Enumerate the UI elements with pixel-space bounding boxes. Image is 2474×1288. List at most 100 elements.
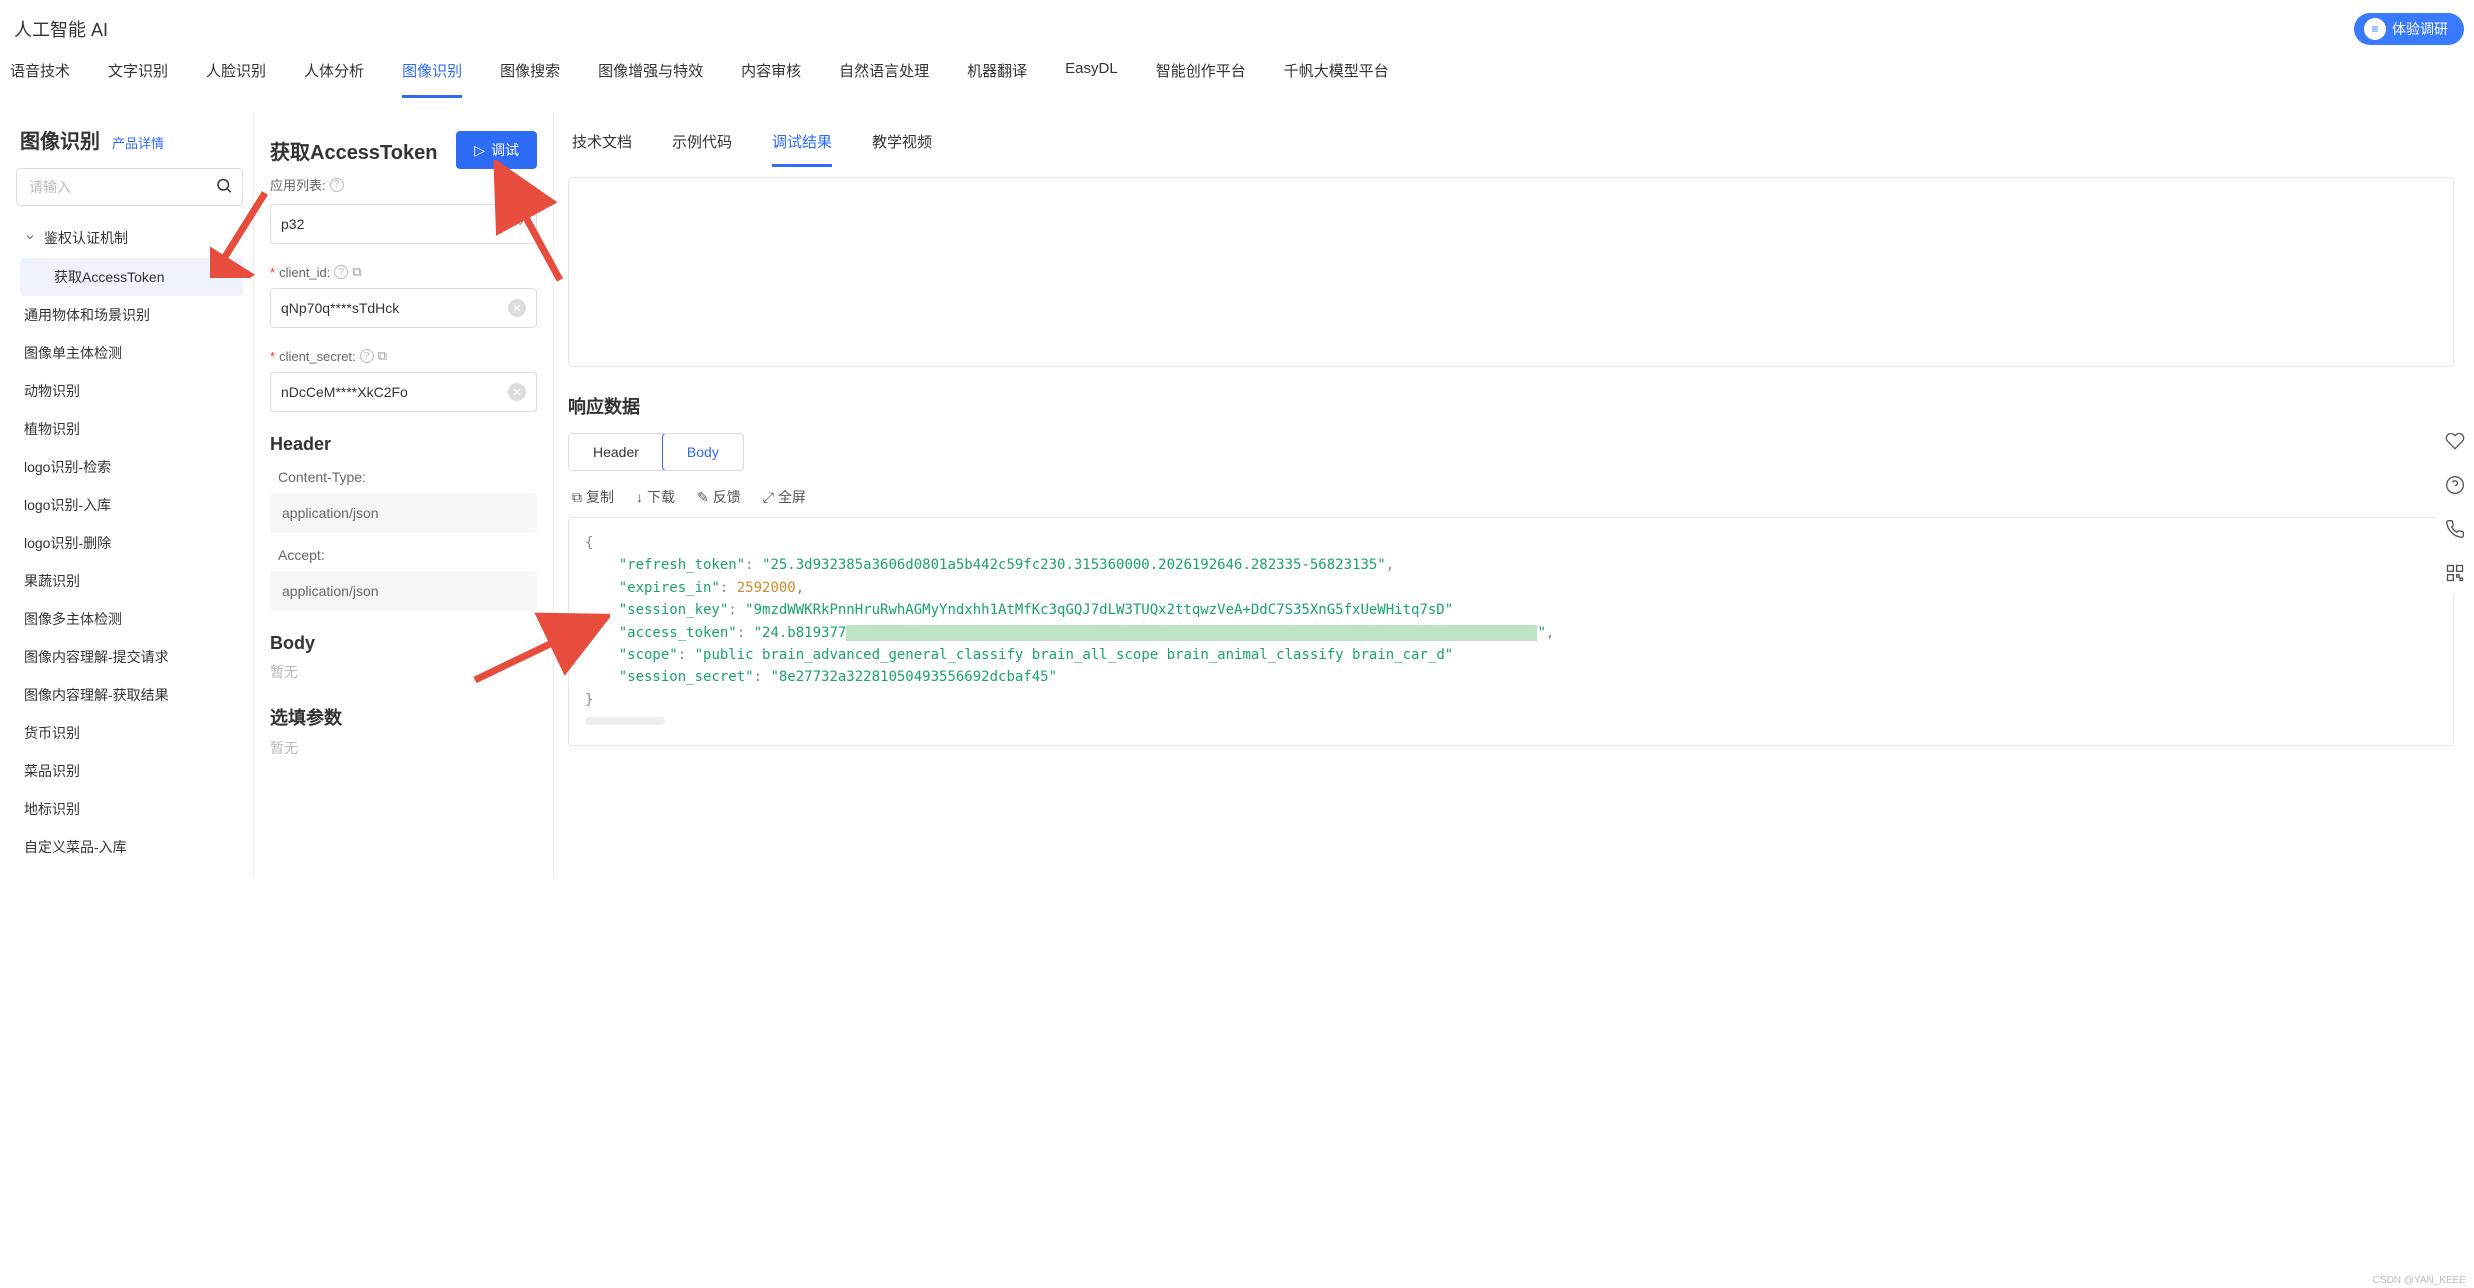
accept-value: application/json (270, 571, 537, 611)
tree-item[interactable]: 动物识别 (20, 372, 243, 410)
main-tab[interactable]: 图像增强与特效 (598, 60, 703, 98)
app-select[interactable]: p32 (270, 204, 537, 244)
copy-button[interactable]: ⧉复制 (572, 487, 614, 507)
content-type-value: application/json (270, 493, 537, 533)
tree-item[interactable]: logo识别-删除 (20, 524, 243, 562)
float-toolbar (2436, 420, 2474, 594)
required-asterisk: * (270, 349, 275, 364)
main-tab[interactable]: 人体分析 (304, 60, 364, 98)
content-type-label: Content-Type: (270, 469, 537, 485)
tree-item[interactable]: 图像内容理解-提交请求 (20, 638, 243, 676)
header-section-title: Header (270, 434, 537, 455)
page-title: 人工智能 AI (10, 10, 108, 48)
client-secret-input[interactable] (281, 384, 508, 400)
chevron-down-icon (514, 216, 526, 232)
accept-label: Accept: (270, 547, 537, 563)
feedback-icon: ✎ (697, 489, 709, 506)
client-id-label: client_id: (279, 265, 330, 280)
play-icon: ▷ (474, 142, 485, 159)
optional-section-title: 选填参数 (270, 704, 537, 730)
app-list-label: 应用列表: (270, 175, 326, 194)
code-toolbar: ⧉复制 ↓下载 ✎反馈 ⤢全屏 (568, 487, 2454, 507)
main-tab[interactable]: 千帆大模型平台 (1284, 60, 1389, 98)
heart-icon[interactable] (2444, 430, 2466, 452)
result-panel: 技术文档 示例代码 调试结果 教学视频 响应数据 HeaderBody ⧉复制 ↓下载… (554, 113, 2468, 878)
main-tab[interactable]: 语音技术 (10, 60, 70, 98)
main-tab[interactable]: 自然语言处理 (839, 60, 929, 98)
qr-icon[interactable] (2444, 562, 2466, 584)
body-none: 暂无 (270, 662, 537, 682)
preview-box (568, 177, 2454, 367)
sidebar-title: 图像识别 (20, 125, 100, 154)
copy-icon[interactable] (378, 348, 387, 364)
config-title: 获取AccessToken (270, 136, 437, 165)
clear-icon[interactable]: ✕ (508, 383, 526, 401)
product-detail-link[interactable]: 产品详情 (112, 133, 164, 152)
tree-item[interactable]: logo识别-检索 (20, 448, 243, 486)
fullscreen-icon: ⤢ (763, 489, 774, 506)
main-tabs: 语音技术文字识别人脸识别人体分析图像识别图像搜索图像增强与特效内容审核自然语言处… (0, 48, 2474, 99)
watermark: CSDN @YAN_KEEE (2373, 1275, 2466, 1286)
clear-icon[interactable]: ✕ (508, 299, 526, 317)
required-asterisk: * (270, 265, 275, 280)
response-body-json: { "refresh_token": "25.3d932385a3606d080… (568, 517, 2454, 746)
tree-item[interactable]: 图像内容理解-获取结果 (20, 676, 243, 714)
main-tab[interactable]: 机器翻译 (967, 60, 1027, 98)
doc-tab[interactable]: 教学视频 (872, 131, 932, 167)
resp-tab[interactable]: Header (569, 434, 663, 470)
main-tab[interactable]: 图像搜索 (500, 60, 560, 98)
fullscreen-button[interactable]: ⤢全屏 (763, 487, 806, 507)
help-icon[interactable]: ? (330, 178, 344, 192)
main-tab[interactable]: EasyDL (1065, 60, 1118, 98)
download-button[interactable]: ↓下载 (636, 487, 675, 507)
tree-item[interactable]: 图像多主体检测 (20, 600, 243, 638)
tree-item[interactable]: 果蔬识别 (20, 562, 243, 600)
copy-icon[interactable] (352, 264, 361, 280)
tree-group-auth[interactable]: 鉴权认证机制 (20, 218, 243, 258)
app-select-value: p32 (281, 216, 304, 232)
tree-item[interactable]: 自定义菜品-入库 (20, 828, 243, 866)
main-tab[interactable]: 智能创作平台 (1156, 60, 1246, 98)
doc-tabs: 技术文档 示例代码 调试结果 教学视频 (568, 131, 2454, 167)
main-tab[interactable]: 人脸识别 (206, 60, 266, 98)
survey-button[interactable]: ≡ 体验调研 (2354, 13, 2464, 45)
client-id-input[interactable] (281, 300, 508, 316)
doc-tab[interactable]: 调试结果 (772, 131, 832, 167)
tree-item[interactable]: 通用物体和场景识别 (20, 296, 243, 334)
response-tabs: HeaderBody (568, 433, 744, 471)
tree-item-access-token[interactable]: 获取AccessToken (20, 258, 243, 296)
sidebar: 图像识别 产品详情 鉴权认证机制 获取AccessToken 通用物体和场景识别… (6, 113, 254, 878)
help-float-icon[interactable] (2444, 474, 2466, 496)
doc-tab[interactable]: 示例代码 (672, 131, 732, 167)
config-panel: 获取AccessToken ▷ 调试 应用列表: ? p32 * client_… (254, 113, 554, 878)
survey-icon: ≡ (2364, 18, 2386, 40)
tree-item[interactable]: 图像单主体检测 (20, 334, 243, 372)
optional-none: 暂无 (270, 738, 537, 758)
doc-tab[interactable]: 技术文档 (572, 131, 632, 167)
tree-item[interactable]: 货币识别 (20, 714, 243, 752)
survey-label: 体验调研 (2392, 19, 2448, 39)
help-icon[interactable]: ? (360, 349, 374, 363)
tree-item[interactable]: 地标识别 (20, 790, 243, 828)
chevron-down-icon (24, 230, 36, 246)
search-input[interactable] (16, 168, 243, 206)
download-icon: ↓ (636, 489, 643, 505)
tree-group-label: 鉴权认证机制 (44, 228, 128, 248)
response-title: 响应数据 (568, 393, 2454, 419)
main-tab[interactable]: 内容审核 (741, 60, 801, 98)
tree-item[interactable]: 植物识别 (20, 410, 243, 448)
resp-tab[interactable]: Body (662, 433, 744, 471)
debug-label: 调试 (491, 140, 519, 160)
copy-icon: ⧉ (572, 489, 582, 506)
main-tab[interactable]: 图像识别 (402, 60, 462, 98)
tree-item[interactable]: logo识别-入库 (20, 486, 243, 524)
main-tab[interactable]: 文字识别 (108, 60, 168, 98)
help-icon[interactable]: ? (334, 265, 348, 279)
body-section-title: Body (270, 633, 537, 654)
feedback-button[interactable]: ✎反馈 (697, 487, 741, 507)
tree-item[interactable]: 菜品识别 (20, 752, 243, 790)
phone-icon[interactable] (2444, 518, 2466, 540)
client-secret-label: client_secret: (279, 349, 356, 364)
debug-button[interactable]: ▷ 调试 (456, 131, 537, 169)
search-icon[interactable] (215, 177, 233, 198)
